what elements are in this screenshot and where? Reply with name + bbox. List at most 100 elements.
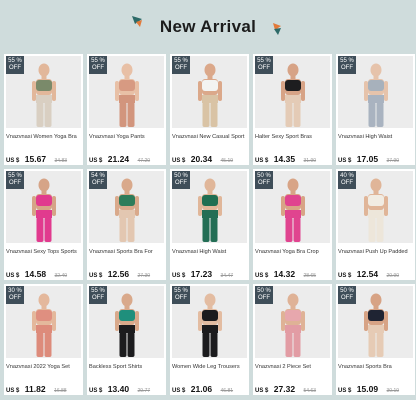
discount-off: OFF [92, 180, 104, 186]
price-row: US $ 17.05 37.90 [338, 149, 399, 165]
page-title: New Arrival [159, 17, 257, 36]
discount-off: OFF [258, 180, 270, 186]
currency-label: US $ [255, 388, 269, 394]
triangle-decor-icon [132, 16, 142, 27]
discount-percent: 55 % [8, 173, 22, 179]
currency-label: US $ [255, 158, 269, 164]
product-card[interactable]: 55 % OFF Women Wide Leg Trousers US $ 21.… [170, 284, 249, 395]
currency-label: US $ [89, 388, 103, 394]
price-row: US $ 17.23 34.47 [172, 264, 233, 280]
price-row: US $ 14.58 32.40 [6, 264, 67, 280]
original-price: 34.83 [54, 158, 68, 164]
product-name[interactable]: Backless Sport Shirts [89, 364, 165, 370]
price-row: US $ 20.34 45.19 [172, 149, 233, 165]
currency-label: US $ [172, 158, 186, 164]
product-name[interactable]: Vnazvnasi High Waist [172, 249, 248, 255]
price-row: US $ 21.24 47.20 [89, 149, 150, 165]
price-row: US $ 12.54 20.90 [338, 264, 399, 280]
discount-badge: 40 % OFF [338, 171, 356, 189]
product-card[interactable]: 50 % OFF Vnazvnasi Sports Bra US $ 15.09 … [336, 284, 415, 395]
triangle-decor-icon [273, 23, 281, 35]
price-row: US $ 15.67 34.83 [6, 149, 67, 165]
product-card[interactable]: 55 % OFF Backless Sport Shirts US $ 13.40… [87, 284, 166, 395]
page-header: New Arrival [0, 0, 416, 54]
product-name[interactable]: Vnazvnasi Women Yoga Bra [6, 134, 82, 140]
product-card[interactable]: 55 % OFF Vnazvnasi Women Yoga Bra US $ 15… [4, 54, 83, 165]
product-card[interactable]: 30 % OFF Vnazvnasi 2022 Yoga Set US $ 11.… [4, 284, 83, 395]
discount-off: OFF [341, 65, 353, 71]
sale-price: 20.34 [190, 154, 213, 164]
original-price: 34.47 [220, 273, 234, 279]
original-price: 27.30 [137, 273, 151, 279]
price-row: US $ 13.40 29.77 [89, 379, 150, 395]
product-card[interactable]: 55 % OFF Vnazvnasi High Waist US $ 17.05 … [336, 54, 415, 165]
original-price: 20.90 [386, 273, 400, 279]
sale-price: 15.67 [24, 154, 47, 164]
currency-label: US $ [6, 388, 20, 394]
product-name[interactable]: Vnazvnasi Sports Bra [338, 364, 414, 370]
price-row: US $ 21.06 46.81 [172, 379, 233, 395]
discount-badge: 30 % OFF [6, 286, 24, 304]
product-name[interactable]: Vnazvnasi Sexy Tops Sports [6, 249, 82, 255]
currency-label: US $ [6, 158, 20, 164]
original-price: 16.88 [54, 388, 67, 394]
sale-price: 17.23 [190, 269, 213, 279]
price-row: US $ 14.35 31.90 [255, 149, 316, 165]
product-name[interactable]: Halter Sexy Sport Bras [255, 134, 331, 140]
currency-label: US $ [255, 273, 269, 279]
discount-off: OFF [258, 65, 270, 71]
product-name[interactable]: Women Wide Leg Trousers [172, 364, 248, 370]
discount-off: OFF [92, 295, 104, 301]
product-card[interactable]: 50 % OFF Vnazvnasi 2 Piece Set US $ 27.32… [253, 284, 332, 395]
discount-badge: 55 % OFF [89, 56, 107, 74]
discount-badge: 55 % OFF [6, 171, 24, 189]
discount-badge: 55 % OFF [89, 286, 107, 304]
discount-badge: 50 % OFF [338, 286, 356, 304]
discount-badge: 50 % OFF [255, 171, 273, 189]
product-name[interactable]: Vnazvnasi Yoga Pants [89, 134, 165, 140]
discount-badge: 55 % OFF [6, 56, 24, 74]
discount-off: OFF [9, 65, 21, 71]
currency-label: US $ [172, 273, 186, 279]
product-name[interactable]: Vnazvnasi 2 Piece Set [255, 364, 331, 370]
original-price: 45.19 [220, 158, 234, 164]
product-name[interactable]: Vnazvnasi 2022 Yoga Set [6, 364, 82, 370]
product-card[interactable]: 50 % OFF Vnazvnasi High Waist US $ 17.23 … [170, 169, 249, 280]
discount-percent: 54 % [91, 173, 105, 179]
product-card[interactable]: 55 % OFF Vnazvnasi New Casual Sport US $ … [170, 54, 249, 165]
discount-percent: 55 % [91, 58, 105, 64]
currency-label: US $ [338, 388, 352, 394]
discount-off: OFF [341, 180, 353, 186]
currency-label: US $ [338, 158, 352, 164]
discount-off: OFF [92, 65, 104, 71]
sale-price: 14.35 [273, 154, 296, 164]
price-row: US $ 11.82 16.88 [6, 379, 67, 395]
product-name[interactable]: Vnazvnasi High Waist [338, 134, 414, 140]
product-card[interactable]: 40 % OFF Vnazvnasi Push Up Padded US $ 12… [336, 169, 415, 280]
currency-label: US $ [338, 273, 352, 279]
product-card[interactable]: 55 % OFF Vnazvnasi Yoga Pants US $ 21.24 … [87, 54, 166, 165]
currency-label: US $ [6, 273, 20, 279]
product-name[interactable]: Vnazvnasi Yoga Bra Crop [255, 249, 331, 255]
product-card[interactable]: 55 % OFF Vnazvnasi Sexy Tops Sports US $ … [4, 169, 83, 280]
original-price: 30.19 [386, 388, 400, 394]
product-card[interactable]: 55 % OFF Halter Sexy Sport Bras US $ 14.3… [253, 54, 332, 165]
sale-price: 21.24 [107, 154, 130, 164]
discount-percent: 55 % [174, 288, 188, 294]
discount-off: OFF [175, 180, 187, 186]
sale-price: 11.82 [24, 384, 46, 394]
product-grid: 55 % OFF Vnazvnasi Women Yoga Bra US $ 15… [4, 54, 415, 395]
discount-off: OFF [9, 180, 21, 186]
product-name[interactable]: Vnazvnasi Push Up Padded [338, 249, 414, 255]
product-card[interactable]: 50 % OFF Vnazvnasi Yoga Bra Crop US $ 14.… [253, 169, 332, 280]
sale-price: 12.56 [107, 269, 130, 279]
product-name[interactable]: Vnazvnasi Sports Bra For [89, 249, 165, 255]
sale-price: 15.09 [356, 384, 379, 394]
discount-percent: 40 % [340, 173, 354, 179]
currency-label: US $ [172, 388, 186, 394]
product-name[interactable]: Vnazvnasi New Casual Sport [172, 134, 248, 140]
sale-price: 27.32 [273, 384, 296, 394]
product-card[interactable]: 54 % OFF Vnazvnasi Sports Bra For US $ 12… [87, 169, 166, 280]
discount-badge: 50 % OFF [255, 286, 273, 304]
original-price: 54.63 [303, 388, 317, 394]
